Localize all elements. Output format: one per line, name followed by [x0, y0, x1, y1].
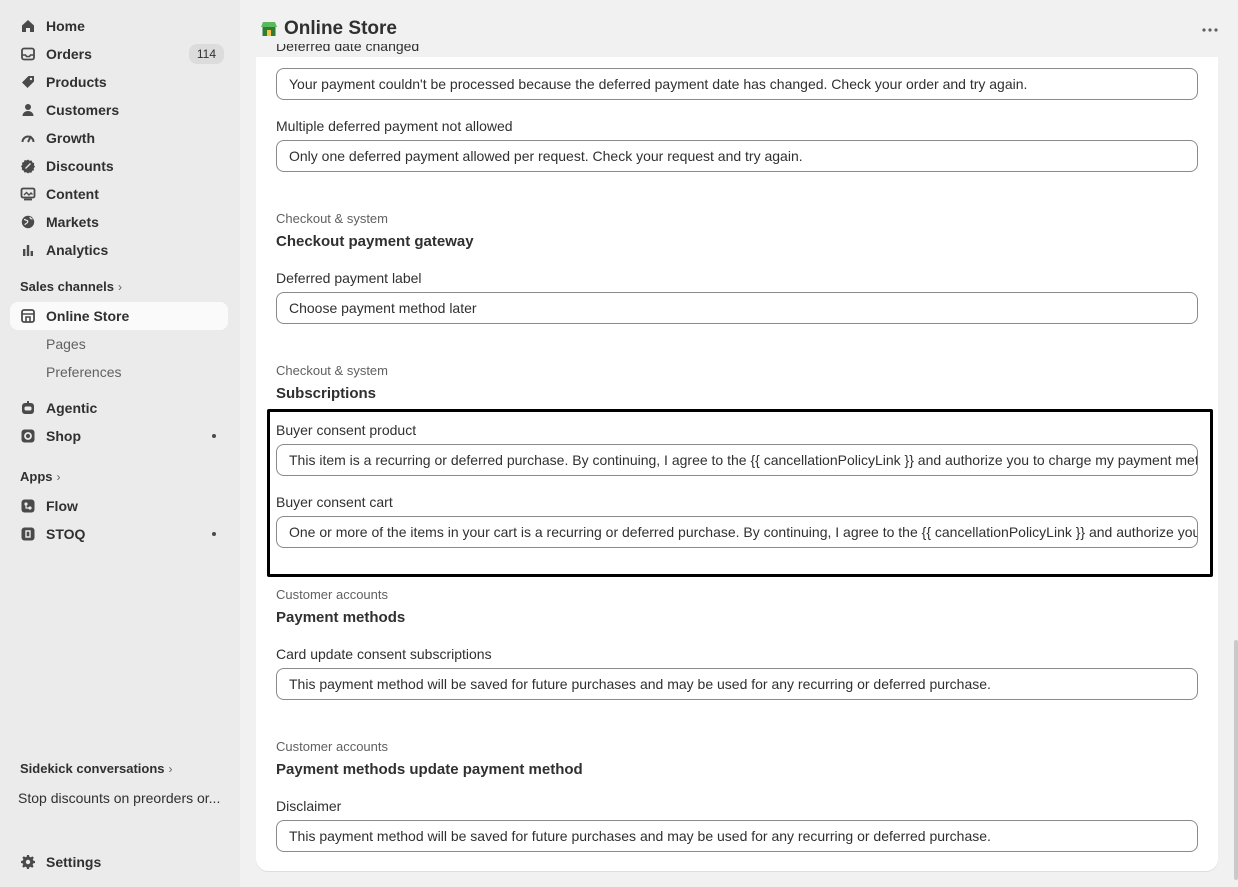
sidebar-item-label: Content [46, 186, 99, 202]
deferred-payment-input[interactable]: Choose payment method later [276, 292, 1198, 324]
sidekick-label: Sidekick conversations [20, 761, 165, 776]
update-payment-title: Payment methods update payment method [276, 761, 583, 778]
card-update-consent-label: Card update consent subscriptions [276, 646, 492, 662]
sidebar-item-discounts[interactable]: Discounts [10, 152, 228, 180]
notification-dot [212, 434, 216, 438]
sidebar-subitem-pages[interactable]: Pages [46, 330, 86, 358]
sidebar-item-analytics[interactable]: Analytics [10, 236, 228, 264]
shop-app-icon [21, 429, 35, 443]
chevron-right-icon: › [56, 470, 61, 484]
apps-header[interactable]: Apps › [20, 467, 61, 487]
discount-icon [21, 159, 35, 174]
page-title-text: Online Store [284, 18, 397, 39]
stoq-app-icon [21, 527, 35, 541]
flow-icon [21, 499, 35, 513]
sidebar-item-home[interactable]: Home [10, 12, 228, 40]
sidebar-item-agentic[interactable]: Agentic [10, 394, 228, 422]
sidebar-item-label: Discounts [46, 158, 114, 174]
sidebar: Home Orders 114 Products Customers Growt… [0, 0, 240, 887]
sidebar-item-label: Settings [46, 854, 102, 870]
apps-label: Apps [20, 469, 53, 484]
sidebar-item-label: Products [46, 74, 107, 90]
sidebar-item-flow[interactable]: Flow [10, 492, 228, 520]
gear-icon [21, 855, 35, 869]
home-icon [22, 20, 34, 32]
payment-methods-category: Customer accounts [276, 587, 388, 602]
sidebar-item-label: Flow [46, 498, 78, 514]
sidebar-item-label: STOQ [46, 526, 86, 542]
sidekick-conversation-item[interactable]: Stop discounts on preorders or... [18, 788, 220, 808]
chevron-right-icon: › [117, 280, 122, 294]
sidebar-item-label: Markets [46, 214, 99, 230]
multiple-deferred-input[interactable]: Only one deferred payment allowed per re… [276, 140, 1198, 172]
sidebar-item-orders[interactable]: Orders 114 [10, 40, 228, 68]
orders-count-badge: 114 [188, 44, 224, 64]
robot-icon [22, 401, 34, 414]
buyer-consent-cart-input[interactable]: One or more of the items in your cart is… [276, 516, 1198, 548]
inbox-icon [21, 47, 35, 61]
gauge-icon [21, 135, 35, 143]
chevron-right-icon: › [168, 762, 173, 776]
sidebar-item-label: Home [46, 18, 85, 34]
person-icon [22, 104, 34, 116]
sidebar-item-label: Shop [46, 428, 81, 444]
globe-icon [21, 215, 35, 229]
payment-methods-title: Payment methods [276, 609, 406, 626]
more-options-icon[interactable] [1200, 20, 1220, 40]
disclaimer-label: Disclaimer [276, 798, 342, 814]
tag-icon [22, 76, 34, 88]
buyer-consent-product-label: Buyer consent product [276, 422, 417, 438]
update-payment-category: Customer accounts [276, 739, 388, 754]
sidebar-item-label: Agentic [46, 400, 98, 416]
sidebar-item-settings[interactable]: Settings [10, 848, 228, 876]
notification-dot [212, 532, 216, 536]
sales-channels-label: Sales channels [20, 279, 114, 294]
sidebar-item-content[interactable]: Content [10, 180, 228, 208]
deferred-payment-label: Deferred payment label [276, 270, 422, 286]
image-icon [20, 187, 36, 201]
store-icon [21, 309, 35, 323]
sidebar-item-label: Online Store [46, 308, 130, 324]
page-title: Online Store [260, 18, 397, 40]
sidebar-item-stoq[interactable]: STOQ [10, 520, 228, 548]
sidebar-item-products[interactable]: Products [10, 68, 228, 96]
deferred-date-changed-input[interactable]: Your payment couldn't be processed becau… [276, 68, 1198, 100]
bar-chart-icon [23, 245, 33, 256]
online-store-logo-icon [261, 22, 277, 36]
sidebar-item-customers[interactable]: Customers [10, 96, 228, 124]
sidebar-item-label: Analytics [46, 242, 109, 258]
multiple-deferred-label: Multiple deferred payment not allowed [276, 118, 513, 134]
buyer-consent-cart-label: Buyer consent cart [276, 494, 393, 510]
sidebar-subitem-preferences[interactable]: Preferences [46, 358, 121, 386]
sidebar-item-online-store[interactable]: Online Store [10, 302, 228, 330]
card-update-consent-input[interactable]: This payment method will be saved for fu… [276, 668, 1198, 700]
gateway-title: Checkout payment gateway [276, 233, 474, 250]
sidebar-item-markets[interactable]: Markets [10, 208, 228, 236]
subscriptions-title: Subscriptions [276, 385, 377, 402]
sidebar-item-label: Orders [46, 46, 92, 62]
sidebar-item-shop[interactable]: Shop [10, 422, 228, 450]
deferred-date-changed-label: Deferred date changed [276, 44, 420, 54]
gateway-category: Checkout & system [276, 211, 388, 226]
sidebar-item-label: Growth [46, 130, 95, 146]
subscriptions-category: Checkout & system [276, 363, 388, 378]
sidebar-item-growth[interactable]: Growth [10, 124, 228, 152]
buyer-consent-product-input[interactable]: This item is a recurring or deferred pur… [276, 444, 1198, 476]
sidebar-item-label: Customers [46, 102, 120, 118]
disclaimer-input[interactable]: This payment method will be saved for fu… [276, 820, 1198, 852]
sales-channels-header[interactable]: Sales channels › [20, 277, 122, 297]
sidekick-conversations-header[interactable]: Sidekick conversations › [20, 759, 173, 779]
scrollbar-thumb[interactable] [1234, 640, 1238, 880]
